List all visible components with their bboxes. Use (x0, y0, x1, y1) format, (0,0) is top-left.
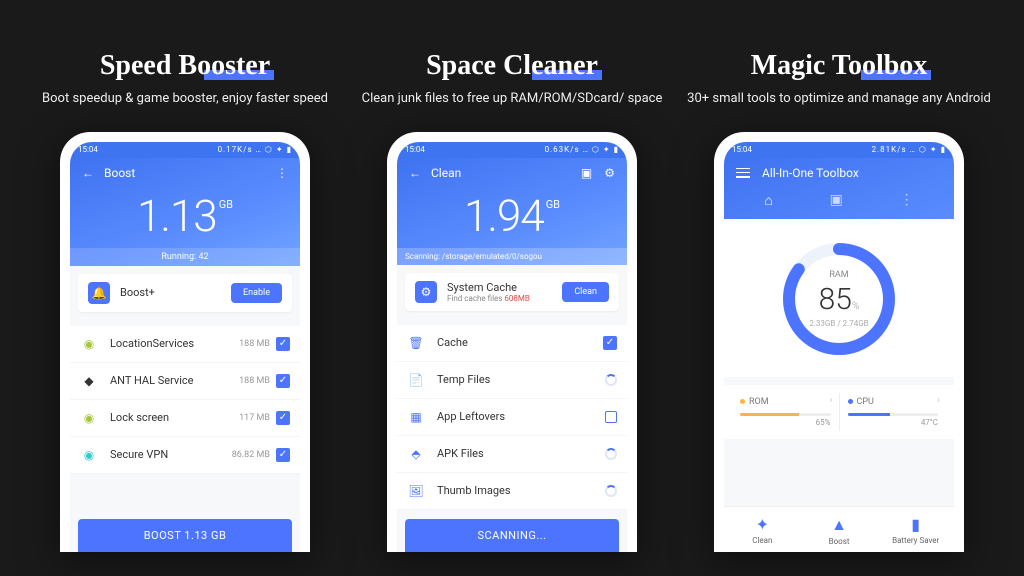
checkbox[interactable]: ✓ (603, 336, 617, 350)
stat-rom[interactable]: ROM › 65% (732, 393, 839, 431)
status-bar: 15:04 0.63K/s … ⬡ ✦ ▮ (397, 142, 627, 158)
android-gear-icon: ⚙ (415, 281, 437, 303)
app-size: 86.82 MB (232, 450, 270, 460)
share-icon: ◆ (80, 372, 98, 390)
app-size: 188 MB (239, 376, 270, 386)
scan-path: Scanning: /storage/emulated/0/sogou (397, 248, 627, 265)
clean-row[interactable]: 🖼 Thumb Images (397, 473, 627, 510)
spinner-icon (605, 485, 617, 497)
nav-icon: ✦ (724, 515, 801, 534)
category-icon: ⬘ (407, 445, 425, 463)
boost-plus-card[interactable]: 🔔 Boost+ Enable (78, 274, 292, 312)
clean-row[interactable]: 📄 Temp Files (397, 362, 627, 399)
clean-row[interactable]: ⬘ APK Files (397, 436, 627, 473)
subtitle: Clean junk files to free up RAM/ROM/SDca… (362, 90, 663, 108)
clean-row[interactable]: 🗑 Cache ✓ (397, 325, 627, 362)
checkbox[interactable]: ✓ (276, 448, 290, 462)
ram-gauge[interactable]: RAM 85% 2.33GB / 2.74GB (724, 219, 954, 377)
scanning-button[interactable]: SCANNING... (405, 519, 619, 552)
spinner-icon (605, 448, 617, 460)
app-name: ANT HAL Service (110, 374, 239, 387)
running-bar: Running: 42 (70, 248, 300, 266)
category-name: Temp Files (437, 373, 605, 386)
col-space-cleaner: Space Cleaner Clean junk files to free u… (357, 50, 667, 576)
clean-button[interactable]: Clean (562, 282, 609, 302)
category-icon: ▦ (407, 408, 425, 426)
menu-icon[interactable] (736, 168, 750, 178)
nav-icon: ▮ (877, 515, 954, 534)
category-name: App Leftovers (437, 410, 605, 423)
category-icon: 📄 (407, 371, 425, 389)
col-magic-toolbox: Magic Toolbox 30+ small tools to optimiz… (684, 50, 994, 576)
checkbox[interactable]: ✓ (276, 374, 290, 388)
subtitle: 30+ small tools to optimize and manage a… (687, 90, 991, 108)
checkbox[interactable] (605, 411, 617, 423)
category-name: Cache (437, 336, 603, 349)
nav-boost[interactable]: ▲ Boost (801, 507, 878, 552)
app-row[interactable]: ◉ Secure VPN 86.82 MB ✓ (70, 437, 300, 474)
subtitle: Boot speedup & game booster, enjoy faste… (42, 90, 328, 108)
vpn-icon: ◉ (80, 446, 98, 464)
category-icon: 🖼 (407, 482, 425, 500)
nav-battery saver[interactable]: ▮ Battery Saver (877, 507, 954, 552)
app-name: Lock screen (110, 411, 239, 424)
chevron-right-icon: › (937, 395, 940, 406)
title: Magic Toolbox (751, 50, 928, 82)
app-size: 117 MB (239, 413, 270, 423)
nav-label: Clean (752, 536, 772, 545)
junk-value: 1.94GB (409, 180, 615, 248)
nav-label: Battery Saver (892, 536, 939, 545)
title: Speed Booster (100, 50, 270, 82)
spinner-icon (605, 374, 617, 386)
category-name: APK Files (437, 447, 605, 460)
chevron-right-icon: › (829, 395, 832, 406)
checkbox[interactable]: ✓ (276, 337, 290, 351)
title: Space Cleaner (426, 50, 598, 82)
android-icon: ◉ (80, 409, 98, 427)
system-cache-card[interactable]: ⚙ System Cache Find cache files 608MB Cl… (405, 273, 619, 311)
app-name: Secure VPN (110, 448, 232, 461)
nav-label: Boost (829, 537, 850, 546)
page-title: All-In-One Toolbox (762, 166, 859, 180)
tab-more[interactable]: ⋮ (900, 192, 914, 209)
more-icon[interactable]: ⋮ (276, 166, 288, 180)
back-icon[interactable]: ← (82, 166, 94, 180)
app-name: LocationServices (110, 337, 239, 350)
category-name: Thumb Images (437, 484, 605, 497)
phone-clean: 15:04 0.63K/s … ⬡ ✦ ▮ ← Clean ▣ ⚙ 1.94GB… (387, 132, 637, 552)
tab-home[interactable]: ⌂ (764, 192, 772, 209)
tab-tools[interactable]: ▣ (830, 192, 843, 209)
ram-value: 1.13GB (82, 180, 288, 248)
enable-button[interactable]: Enable (231, 283, 282, 303)
phone-toolbox: 15:04 2.81K/s … ⬡ ✦ ▮ All-In-One Toolbox… (714, 132, 964, 552)
clean-row[interactable]: ▦ App Leftovers (397, 399, 627, 436)
back-icon[interactable]: ← (409, 166, 421, 180)
page-title: Clean (431, 166, 461, 180)
status-bar: 15:04 0.17K/s … ⬡ ✦ ▮ (70, 142, 300, 158)
stat-cpu[interactable]: CPU › 47°C (839, 393, 947, 431)
page-title: Boost (104, 166, 135, 180)
app-row[interactable]: ◆ ANT HAL Service 188 MB ✓ (70, 363, 300, 400)
phone-boost: 15:04 0.17K/s … ⬡ ✦ ▮ ← Boost ⋮ 1.13GB R… (60, 132, 310, 552)
category-icon: 🗑 (407, 334, 425, 352)
bell-icon: 🔔 (88, 282, 110, 304)
nav-clean[interactable]: ✦ Clean (724, 507, 801, 552)
checkbox[interactable]: ✓ (276, 411, 290, 425)
gear-icon[interactable]: ⚙ (604, 166, 615, 180)
col-speed-booster: Speed Booster Boot speedup & game booste… (30, 50, 340, 576)
app-row[interactable]: ◉ Lock screen 117 MB ✓ (70, 400, 300, 437)
status-bar: 15:04 2.81K/s … ⬡ ✦ ▮ (724, 142, 954, 158)
select-icon[interactable]: ▣ (581, 166, 592, 180)
boost-action-button[interactable]: BOOST 1.13 GB (78, 519, 292, 552)
app-row[interactable]: ◉ LocationServices 188 MB ✓ (70, 326, 300, 363)
app-size: 188 MB (239, 339, 270, 349)
android-icon: ◉ (80, 335, 98, 353)
nav-icon: ▲ (801, 515, 878, 535)
